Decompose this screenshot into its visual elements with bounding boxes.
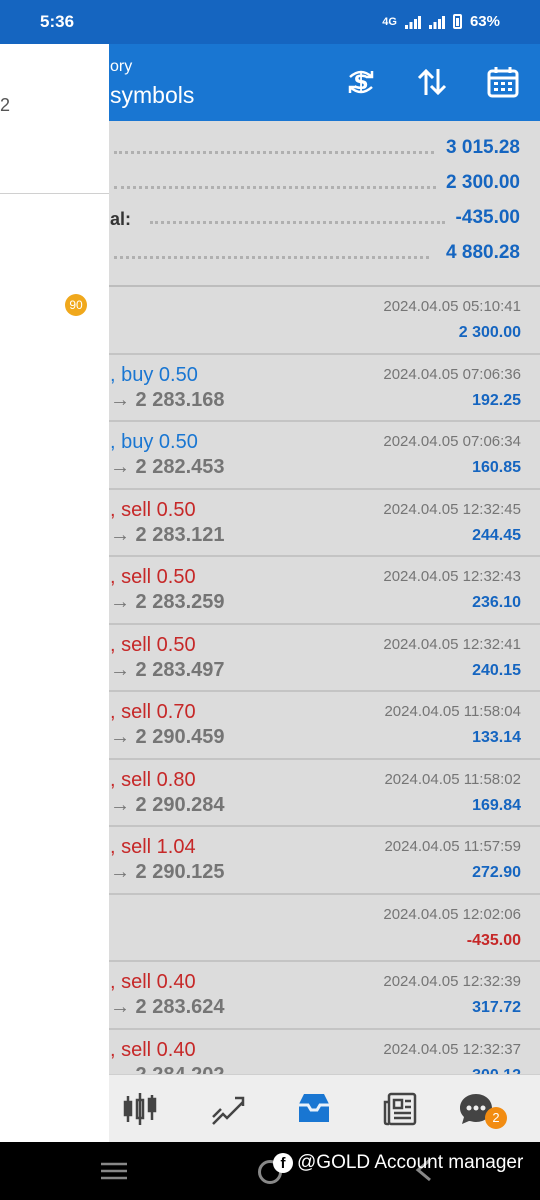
deal-time: 2024.04.05 07:06:34 bbox=[383, 433, 521, 450]
drawer-divider bbox=[0, 193, 109, 194]
toolbar-title[interactable]: symbols bbox=[110, 82, 194, 109]
deal-price: → 2 290.459 bbox=[110, 726, 225, 748]
signal-icon bbox=[404, 15, 421, 29]
deal-label: , buy 0.50 bbox=[110, 431, 198, 453]
deal-profit: -435.00 bbox=[466, 931, 521, 949]
deal-time: 2024.04.05 11:58:04 bbox=[384, 703, 521, 720]
deal-label: , sell 0.80 bbox=[110, 768, 196, 791]
deal-label: , sell 0.50 bbox=[110, 566, 196, 588]
deal-time: 2024.04.05 12:32:39 bbox=[383, 973, 521, 990]
history-inbox-icon[interactable] bbox=[294, 1089, 334, 1129]
deal-price: → 2 283.497 bbox=[110, 658, 225, 681]
drawer-badge: 90 bbox=[65, 294, 87, 316]
deal-price: → 2 290.284 bbox=[110, 793, 225, 816]
battery-percent: 63% bbox=[469, 13, 500, 30]
dotted-leader bbox=[150, 221, 445, 224]
summary-value: 3 015.28 bbox=[446, 137, 520, 158]
deal-profit: 317.72 bbox=[472, 999, 521, 1016]
facebook-icon: f bbox=[273, 1153, 293, 1173]
deal-price: → 2 283.168 bbox=[110, 388, 225, 411]
deal-price: → 2 283.121 bbox=[110, 523, 225, 546]
deal-price: → 2 282.453 bbox=[110, 456, 225, 478]
candlestick-icon[interactable] bbox=[120, 1089, 160, 1129]
deal-label: , sell 1.04 bbox=[110, 836, 196, 858]
deal-time: 2024.04.05 05:10:41 bbox=[383, 298, 521, 315]
app-screen: ory symbols $ 3 015.28 2 300.00 al: -435… bbox=[0, 44, 540, 1142]
system-nav-bar: f @GOLD Account manager bbox=[0, 1142, 540, 1200]
summary-label: al: bbox=[110, 209, 132, 229]
status-icons: 4G 63% bbox=[382, 13, 500, 30]
deal-label: , buy 0.50 bbox=[110, 363, 198, 386]
currency-exchange-icon[interactable]: $ bbox=[343, 64, 379, 100]
signal-icon-2 bbox=[428, 15, 445, 29]
side-drawer[interactable]: 2 90 bbox=[0, 44, 109, 1142]
drawer-account-number[interactable]: 2 bbox=[0, 95, 10, 116]
summary-row: 4 880.28 bbox=[110, 240, 520, 270]
deal-label: , sell 0.40 bbox=[110, 1038, 196, 1061]
deal-time: 2024.04.05 12:02:06 bbox=[383, 905, 521, 923]
deal-profit: 272.90 bbox=[472, 864, 521, 881]
battery-icon bbox=[452, 14, 462, 29]
deal-price: → 2 283.624 bbox=[110, 996, 225, 1018]
chat-badge: 2 bbox=[485, 1107, 507, 1129]
deal-price: → 2 283.259 bbox=[110, 591, 225, 613]
toolbar-subtitle: ory bbox=[110, 58, 133, 75]
deal-time: 2024.04.05 11:58:02 bbox=[384, 770, 521, 788]
dotted-leader bbox=[114, 151, 434, 154]
deal-profit: 244.45 bbox=[472, 526, 521, 544]
deal-time: 2024.04.05 11:57:59 bbox=[384, 838, 521, 855]
deal-profit: 2 300.00 bbox=[458, 324, 521, 341]
watermark: f @GOLD Account manager bbox=[273, 1152, 523, 1174]
summary-value: 4 880.28 bbox=[446, 242, 520, 263]
deal-profit: 236.10 bbox=[472, 594, 521, 611]
deal-label: , sell 0.40 bbox=[110, 971, 196, 993]
news-icon[interactable] bbox=[380, 1089, 420, 1129]
status-time: 5:36 bbox=[40, 12, 75, 31]
deal-profit: 133.14 bbox=[472, 729, 521, 746]
deal-time: 2024.04.05 12:32:43 bbox=[383, 568, 521, 585]
dotted-leader bbox=[114, 256, 429, 259]
summary-row: 2 300.00 bbox=[110, 170, 520, 200]
deal-profit: 240.15 bbox=[472, 661, 521, 679]
deal-price: → 2 290.125 bbox=[110, 861, 225, 883]
deal-profit: 169.84 bbox=[472, 796, 521, 814]
calendar-icon[interactable] bbox=[485, 64, 521, 100]
deal-label: , sell 0.70 bbox=[110, 701, 196, 723]
summary-value: 2 300.00 bbox=[446, 172, 520, 193]
dotted-leader bbox=[114, 186, 436, 189]
network-type: 4G bbox=[382, 15, 397, 28]
watermark-text: @GOLD Account manager bbox=[297, 1152, 524, 1173]
deal-time: 2024.04.05 07:06:36 bbox=[383, 365, 521, 383]
deal-label: , sell 0.50 bbox=[110, 498, 196, 521]
deal-profit: 160.85 bbox=[472, 459, 521, 476]
trade-chart-icon[interactable] bbox=[208, 1089, 248, 1129]
deal-label: , sell 0.50 bbox=[110, 633, 196, 656]
deal-time: 2024.04.05 12:32:45 bbox=[383, 500, 521, 518]
deal-profit: 192.25 bbox=[472, 391, 521, 409]
deal-time: 2024.04.05 12:32:41 bbox=[383, 635, 521, 653]
summary-row: 3 015.28 bbox=[110, 135, 520, 165]
recent-apps-icon[interactable] bbox=[101, 1162, 127, 1180]
status-bar: 5:36 4G 63% bbox=[0, 0, 540, 44]
summary-value: -435.00 bbox=[455, 207, 520, 228]
sort-icon[interactable] bbox=[414, 64, 450, 100]
deal-time: 2024.04.05 12:32:37 bbox=[383, 1040, 521, 1058]
summary-row: al: -435.00 bbox=[110, 205, 520, 235]
